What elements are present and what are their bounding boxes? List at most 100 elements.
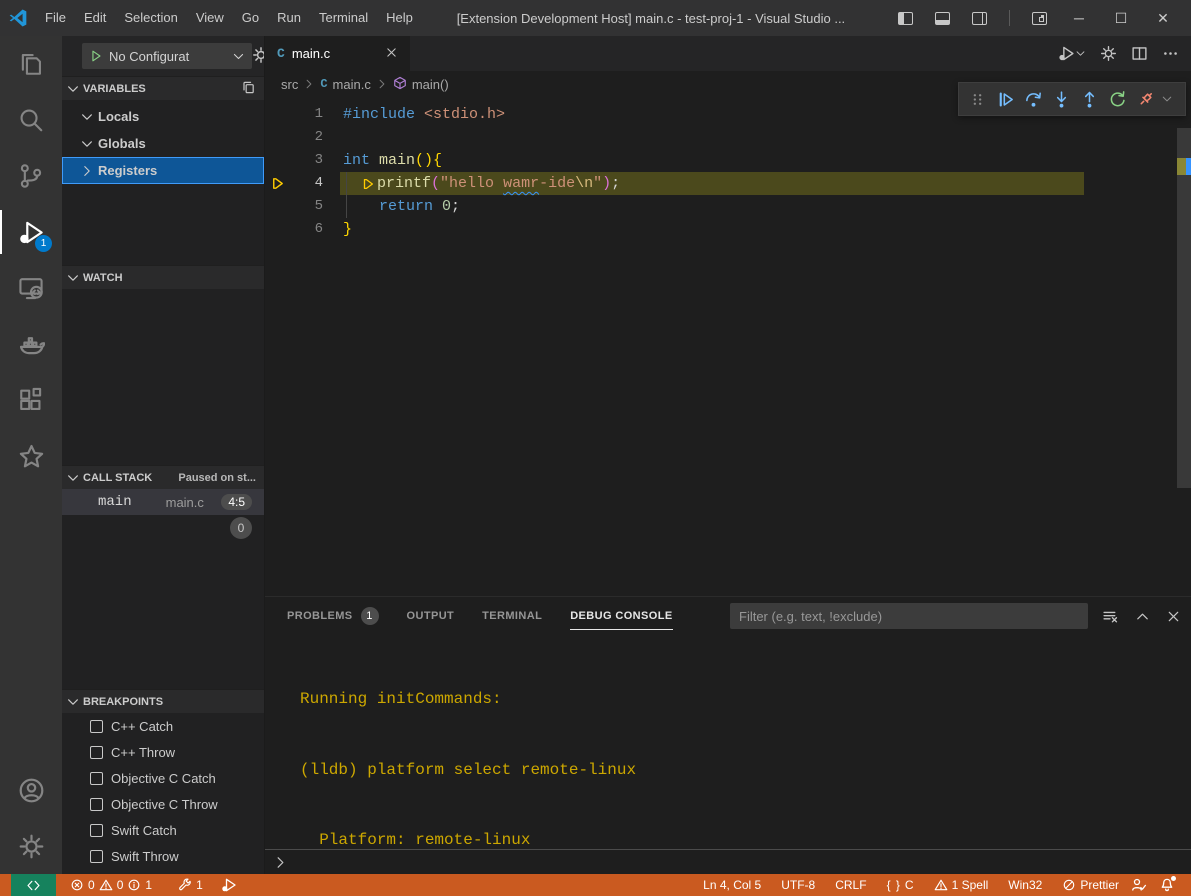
checkbox[interactable]: [90, 746, 103, 759]
feedback-status[interactable]: [1125, 874, 1153, 896]
language-mode[interactable]: { } C: [881, 874, 920, 896]
toggle-sidebar-icon[interactable]: [898, 12, 913, 25]
checkbox[interactable]: [90, 772, 103, 785]
eol-status[interactable]: CRLF: [829, 874, 872, 896]
activity-source-control[interactable]: [0, 148, 62, 204]
step-into-button[interactable]: [1047, 85, 1075, 113]
breakpoint-swift-catch[interactable]: Swift Catch: [62, 817, 264, 843]
problems-status[interactable]: 0 0 1: [64, 874, 158, 896]
filter-text-field[interactable]: [739, 609, 1079, 624]
close-button[interactable]: ✕: [1153, 10, 1173, 27]
manage-button[interactable]: [0, 818, 62, 874]
close-panel-icon[interactable]: [1166, 609, 1181, 624]
split-editor-icon[interactable]: [1131, 45, 1148, 62]
menu-help[interactable]: Help: [377, 0, 422, 36]
stack-frame-row[interactable]: main main.c 4:5: [62, 489, 264, 515]
debug-current-line-arrow-icon[interactable]: [265, 172, 289, 195]
activity-run-debug[interactable]: 1: [0, 204, 62, 260]
checkbox[interactable]: [90, 824, 103, 837]
activity-remote-explorer[interactable]: [0, 260, 62, 316]
tab-debug-console[interactable]: DEBUG CONSOLE: [570, 597, 672, 635]
debug-config-dropdown[interactable]: No Configurat: [82, 43, 252, 69]
breakpoint-swift-throw[interactable]: Swift Throw: [62, 843, 264, 869]
toolbar-drag-grip[interactable]: [963, 85, 991, 113]
console-input-row[interactable]: [265, 849, 1191, 874]
activity-wamr-ide[interactable]: [0, 428, 62, 484]
line-number: 1: [289, 103, 323, 126]
inline-breakpoint-icon[interactable]: [361, 177, 375, 191]
debug-status[interactable]: [215, 874, 243, 896]
call-stack-section-header[interactable]: CALL STACK Paused on st...: [62, 465, 264, 489]
notifications-button[interactable]: [1153, 874, 1181, 896]
menu-edit[interactable]: Edit: [75, 0, 115, 36]
minimize-button[interactable]: ─: [1069, 10, 1089, 26]
spell-checker-status[interactable]: 1 Spell: [928, 874, 995, 896]
activity-search[interactable]: [0, 92, 62, 148]
breakpoint-objc-throw[interactable]: Objective C Throw: [62, 791, 264, 817]
cursor-position[interactable]: Ln 4, Col 5: [697, 874, 767, 896]
ports-status[interactable]: 1: [172, 874, 209, 896]
breadcrumb-symbol[interactable]: main(): [412, 77, 449, 92]
editor-scrollbar[interactable]: [1177, 97, 1191, 596]
breadcrumb-src[interactable]: src: [281, 77, 298, 92]
run-or-debug-button[interactable]: [1058, 45, 1086, 62]
breakpoints-list: C++ Catch C++ Throw Objective C Catch Ob…: [62, 713, 264, 874]
menu-view[interactable]: View: [187, 0, 233, 36]
step-over-button[interactable]: [1019, 85, 1047, 113]
accounts-button[interactable]: [0, 762, 62, 818]
variables-view-action-icon[interactable]: [241, 80, 256, 98]
session-row[interactable]: 0: [62, 515, 264, 541]
toolbar-more-icon[interactable]: [1159, 85, 1175, 113]
debug-toolbar: [958, 82, 1186, 116]
breadcrumb-file[interactable]: main.c: [333, 77, 371, 92]
encoding-status[interactable]: UTF-8: [775, 874, 821, 896]
tab-main-c[interactable]: C main.c: [265, 36, 410, 71]
remote-indicator[interactable]: [11, 874, 56, 896]
activity-docker[interactable]: [0, 316, 62, 372]
console-filter-input[interactable]: [730, 603, 1088, 629]
tab-terminal[interactable]: TERMINAL: [482, 597, 542, 635]
menu-terminal[interactable]: Terminal: [310, 0, 377, 36]
breakpoint-cpp-catch[interactable]: C++ Catch: [62, 713, 264, 739]
variables-scope-globals[interactable]: Globals: [62, 130, 264, 157]
breakpoint-objc-catch[interactable]: Objective C Catch: [62, 765, 264, 791]
titlebar-separator: [1009, 10, 1010, 26]
tab-output[interactable]: OUTPUT: [407, 597, 455, 635]
more-actions-icon[interactable]: [1162, 45, 1179, 62]
debug-settings-gear-icon[interactable]: [252, 46, 265, 67]
platform-status[interactable]: Win32: [1002, 874, 1048, 896]
disconnect-button[interactable]: [1131, 85, 1159, 113]
checkbox[interactable]: [90, 798, 103, 811]
activity-extensions[interactable]: [0, 372, 62, 428]
toggle-secondary-sidebar-icon[interactable]: [972, 12, 987, 25]
breakpoint-cpp-throw[interactable]: C++ Throw: [62, 739, 264, 765]
menu-run[interactable]: Run: [268, 0, 310, 36]
variables-section-header[interactable]: VARIABLES: [62, 76, 264, 100]
toggle-panel-icon[interactable]: [935, 12, 950, 25]
customize-layout-icon[interactable]: [1032, 12, 1047, 25]
continue-button[interactable]: [991, 85, 1019, 113]
tab-close-icon[interactable]: [385, 46, 398, 62]
debug-console-output[interactable]: Running initCommands: (lldb) platform se…: [265, 635, 1191, 849]
menu-file[interactable]: File: [36, 0, 75, 36]
gear-icon[interactable]: [1100, 45, 1117, 62]
variables-scope-locals[interactable]: Locals: [62, 103, 264, 130]
step-out-button[interactable]: [1075, 85, 1103, 113]
restart-button[interactable]: [1103, 85, 1131, 113]
maximize-panel-icon[interactable]: [1135, 609, 1150, 624]
breakpoints-section-header[interactable]: BREAKPOINTS: [62, 689, 264, 713]
checkbox[interactable]: [90, 850, 103, 863]
activity-explorer[interactable]: [0, 36, 62, 92]
variables-scope-registers[interactable]: Registers: [62, 157, 264, 184]
menu-go[interactable]: Go: [233, 0, 268, 36]
tab-problems[interactable]: PROBLEMS 1: [287, 597, 379, 635]
maximize-button[interactable]: ☐: [1111, 10, 1131, 27]
code-editor[interactable]: 1 #include <stdio.h> 2 3 int main(){: [265, 97, 1191, 596]
clear-console-icon[interactable]: [1102, 608, 1119, 625]
scrollbar-slider[interactable]: [1177, 128, 1191, 488]
line-number: 4: [289, 172, 323, 195]
checkbox[interactable]: [90, 720, 103, 733]
watch-section-header[interactable]: WATCH: [62, 265, 264, 289]
menu-selection[interactable]: Selection: [115, 0, 186, 36]
formatter-status[interactable]: Prettier: [1056, 874, 1125, 896]
